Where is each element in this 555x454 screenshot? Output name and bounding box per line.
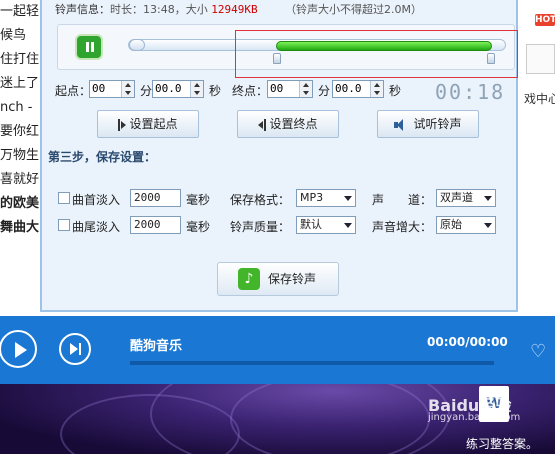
heart-icon[interactable]: ♡ (530, 342, 552, 362)
speaker-icon (394, 118, 410, 131)
art-swirl (230, 384, 430, 454)
stepper-arrows-icon[interactable] (299, 81, 312, 97)
channel-select[interactable]: 双声道 (436, 189, 496, 207)
background-song-list: 一起轻 候鸟 住打住 迷上了 nch - 要你红 万物生 喜就好 的欧美 舞曲大 (0, 0, 40, 316)
play-button[interactable] (0, 330, 37, 368)
background-list-item[interactable]: 舞曲大 (0, 216, 40, 240)
end-label: 终点： (232, 84, 269, 98)
playhead-knob[interactable] (129, 39, 145, 51)
background-list-item[interactable]: 住打住 (0, 48, 40, 72)
next-track-button[interactable] (59, 333, 91, 365)
start-label: 起点： (55, 84, 92, 98)
background-list-item[interactable]: 一起轻 (0, 0, 40, 24)
chevron-down-icon[interactable] (344, 196, 352, 201)
game-center-icon[interactable] (526, 44, 555, 74)
selection-highlight-box (235, 30, 518, 78)
quality-label: 铃声质量： (230, 220, 291, 234)
background-list-item[interactable]: 万物生 (0, 144, 40, 168)
preview-button[interactable]: 试听铃声 (377, 110, 479, 138)
player-progress-bar[interactable] (130, 361, 494, 365)
time-readout: 00:18 (435, 80, 506, 104)
chevron-down-icon[interactable] (484, 223, 492, 228)
watermark-caption: 练习整答案。 (466, 437, 539, 451)
fade-out-input[interactable]: 2000 (130, 216, 181, 234)
format-label: 保存格式： (230, 193, 291, 207)
set-start-icon (118, 118, 127, 131)
start-second-stepper[interactable]: 00.0 (152, 80, 204, 98)
ms-unit: 毫秒 (186, 220, 211, 234)
set-start-button[interactable]: 设置起点 (97, 110, 199, 138)
background-list-item[interactable]: 迷上了 (0, 72, 40, 96)
stepper-arrows-icon[interactable] (121, 81, 134, 97)
second-unit: 秒 (209, 84, 222, 98)
chevron-down-icon[interactable] (344, 223, 352, 228)
save-ringtone-button[interactable]: ♪ 保存铃声 (217, 262, 339, 296)
ringtone-maker-dialog: 铃声信息：时长：13:48，大小 12949KB （铃声大小不得超过2.0M） … (40, 0, 518, 312)
fade-out-label: 曲尾淡入 (72, 220, 121, 234)
set-end-icon (258, 118, 267, 131)
player-title: 酷狗音乐 (130, 339, 183, 354)
stepper-arrows-icon[interactable] (190, 81, 203, 97)
fade-in-checkbox[interactable] (58, 192, 70, 204)
background-list-item[interactable]: 候鸟 (0, 24, 40, 48)
fade-out-checkbox[interactable] (58, 219, 70, 231)
pause-button[interactable] (75, 34, 103, 60)
hot-badge: HOT (535, 14, 555, 26)
minute-unit: 分 (140, 84, 153, 98)
fade-in-label: 曲首淡入 (72, 193, 121, 207)
ringtone-size-note: （铃声大小不得超过2.0M） (285, 3, 423, 16)
volume-label: 声音增大： (372, 220, 433, 234)
player-bar: 酷狗音乐 00:00/00:00 ♡ (0, 316, 555, 384)
stepper-arrows-icon[interactable] (370, 81, 383, 97)
quality-select[interactable]: 默认 (296, 216, 356, 234)
music-note-icon: ♪ (238, 268, 260, 290)
set-end-button[interactable]: 设置终点 (237, 110, 339, 138)
album-art: W Baidu经验 jingyan.baidu.com 练习整答案。 (0, 384, 555, 454)
end-second-stepper[interactable]: 00.0 (332, 80, 384, 98)
player-time: 00:00/00:00 (427, 335, 508, 349)
chevron-down-icon[interactable] (484, 196, 492, 201)
minute-unit: 分 (318, 84, 331, 98)
fade-in-input[interactable]: 2000 (130, 189, 181, 207)
ringtone-duration: 时长：13:48，大小 (110, 3, 208, 16)
channel-label: 声 道： (372, 193, 433, 207)
background-list-item[interactable]: nch - (0, 96, 40, 120)
ringtone-info-label: 铃声信息： (55, 3, 110, 16)
ms-unit: 毫秒 (186, 193, 211, 207)
ringtone-size: 12949KB (211, 3, 258, 16)
background-list-item[interactable]: 要你红 (0, 120, 40, 144)
game-center-label[interactable]: 戏中心 (524, 90, 555, 107)
start-minute-stepper[interactable]: 00 (89, 80, 135, 98)
format-select[interactable]: MP3 (296, 189, 356, 207)
watermark-url: jingyan.baidu.com (428, 412, 521, 423)
step3-title: 第三步，保存设置： (48, 150, 157, 164)
volume-select[interactable]: 原始 (436, 216, 496, 234)
background-list-item[interactable]: 喜就好 (0, 168, 40, 192)
ringtone-info-row: 铃声信息：时长：13:48，大小 12949KB （铃声大小不得超过2.0M） (55, 1, 422, 17)
end-minute-stepper[interactable]: 00 (267, 80, 313, 98)
background-list-item[interactable]: 的欧美 (0, 192, 40, 216)
second-unit: 秒 (389, 84, 402, 98)
